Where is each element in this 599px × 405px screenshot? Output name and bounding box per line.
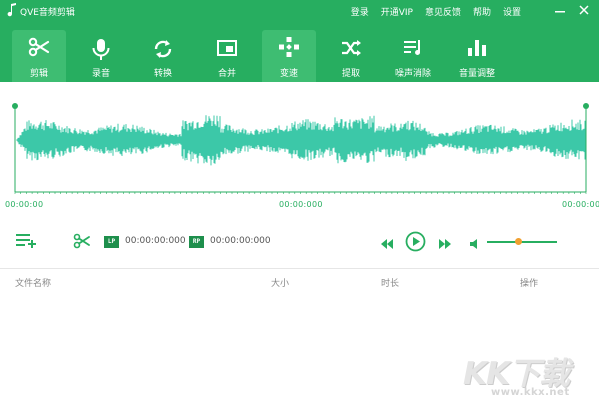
waveform-panel[interactable]: 00:00:00 00:00:000 00:00:00 (0, 82, 599, 212)
vip-link[interactable]: 开通VIP (381, 5, 413, 18)
rp-badge[interactable]: RP (189, 236, 204, 248)
volume-icon-button[interactable] (469, 235, 481, 254)
timeline-start-label: 00:00:00 (5, 200, 44, 209)
tool-convert[interactable]: 转换 (136, 32, 190, 82)
waveform-canvas[interactable] (0, 82, 599, 212)
convert-icon (154, 40, 172, 58)
help-link[interactable]: 帮助 (473, 5, 491, 18)
volume-slider[interactable] (487, 241, 557, 243)
title-bar: QVE音频剪辑 登录 开通VIP 意见反馈 帮助 设置 (0, 0, 599, 22)
shuffle-icon (342, 40, 361, 56)
login-link[interactable]: 登录 (351, 5, 369, 18)
tool-label: 噪声消除 (394, 69, 431, 79)
fast-forward-button[interactable] (438, 235, 452, 254)
timeline-ticks (14, 192, 587, 194)
tool-volume[interactable]: 音量调整 (450, 32, 504, 82)
music-note-icon (7, 3, 16, 17)
playback-controls: LP 00:00:00:000 RP 00:00:00:000 (0, 222, 599, 262)
minimize-icon (555, 11, 565, 13)
top-menu: 登录 开通VIP 意见反馈 帮助 设置 (351, 5, 521, 18)
column-duration[interactable]: 时长 (381, 276, 399, 289)
rewind-button[interactable] (380, 235, 394, 254)
timeline-end-label: 00:00:00 (562, 200, 599, 209)
noise-reduction-icon (404, 40, 421, 55)
right-marker-handle[interactable] (583, 103, 589, 109)
feedback-link[interactable]: 意见反馈 (425, 5, 461, 18)
tool-speed[interactable]: 变速 (262, 30, 316, 82)
tool-label: 变速 (279, 69, 298, 79)
tool-label: 提取 (341, 69, 360, 79)
lp-badge[interactable]: LP (104, 236, 119, 248)
tool-merge[interactable]: 合并 (200, 32, 254, 82)
file-list-header: 文件名称 大小 时长 操作 (0, 276, 599, 292)
volume-slider-handle[interactable] (515, 238, 522, 245)
tool-cut[interactable]: 剪辑 (12, 30, 66, 82)
close-icon (579, 5, 589, 15)
tool-label: 合并 (217, 69, 236, 79)
tool-label: 录音 (91, 69, 110, 79)
volume-bars-icon (468, 40, 486, 56)
speaker-icon (470, 239, 477, 249)
tool-label: 剪辑 (29, 69, 48, 79)
watermark: KK下载 www.kkx.net (463, 348, 581, 403)
settings-link[interactable]: 设置 (503, 5, 521, 18)
tool-label: 音量调整 (458, 69, 495, 79)
rp-time: 00:00:00:000 (210, 236, 271, 246)
column-size[interactable]: 大小 (271, 276, 289, 289)
speed-icon (279, 37, 299, 57)
close-button[interactable] (577, 2, 591, 18)
play-button[interactable] (405, 231, 426, 256)
watermark-url: www.kkx.net (491, 387, 570, 398)
fast-forward-icon (439, 239, 451, 249)
column-actions[interactable]: 操作 (520, 276, 538, 289)
tool-record[interactable]: 录音 (74, 32, 128, 82)
tool-label: 转换 (153, 69, 172, 79)
app-title: QVE音频剪辑 (20, 8, 75, 18)
merge-icon (217, 40, 237, 56)
minimize-button[interactable] (553, 2, 567, 18)
divider (0, 268, 599, 269)
column-file-name[interactable]: 文件名称 (15, 276, 51, 289)
lp-time: 00:00:00:000 (125, 236, 186, 246)
main-toolbar: 剪辑 录音 转换 合并 变速 提取 噪声消除 音量调整 (0, 22, 599, 82)
scissors-icon (73, 233, 90, 249)
timeline-middle-label: 00:00:000 (279, 200, 323, 209)
scissors-icon (28, 37, 50, 57)
add-file-button[interactable] (16, 233, 38, 253)
cut-button[interactable] (73, 233, 91, 253)
rewind-icon (381, 239, 393, 249)
microphone-icon (92, 39, 110, 60)
window-controls (553, 2, 591, 18)
play-icon (405, 231, 426, 252)
waveform (16, 115, 586, 166)
tool-noise-reduction[interactable]: 噪声消除 (386, 32, 440, 82)
tool-extract[interactable]: 提取 (324, 32, 378, 82)
add-list-icon (16, 234, 36, 248)
left-marker-handle[interactable] (12, 103, 18, 109)
